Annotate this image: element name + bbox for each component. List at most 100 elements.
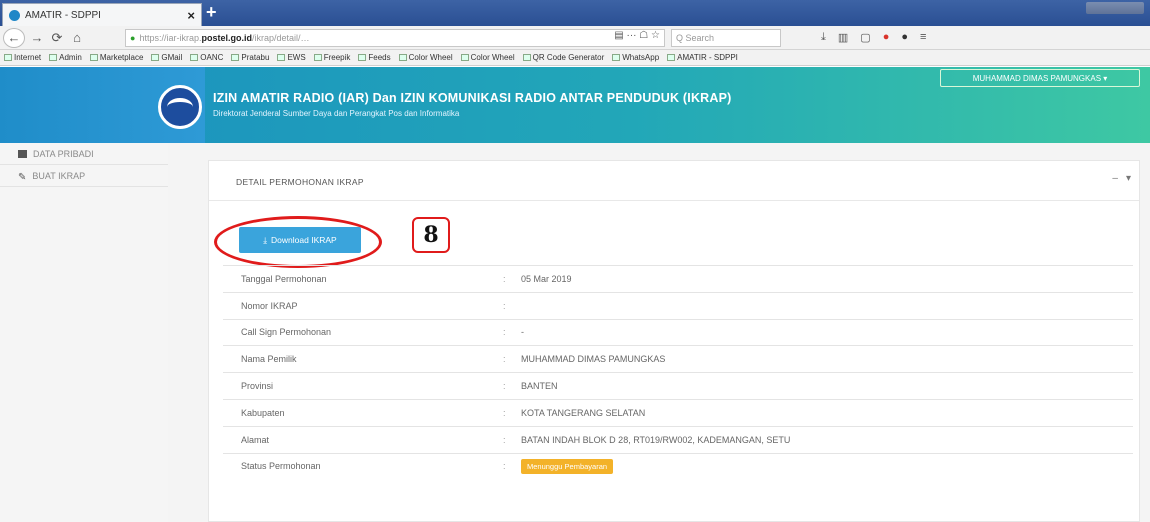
sidebar-item-label: BUAT IKRAP: [32, 170, 86, 181]
bookmark-icon: [277, 54, 286, 61]
bookmark-item[interactable]: AMATIR - SDPPI: [667, 53, 738, 62]
navigation-toolbar: ← → ⟳ ⌂ ● https://iar-ikrap. postel.go.i…: [0, 26, 1150, 50]
extension-icon[interactable]: ●: [901, 31, 908, 44]
row-label: Status Permohonan: [241, 461, 321, 472]
row-separator: :: [503, 381, 506, 392]
row-separator: :: [503, 407, 506, 418]
bookmark-item[interactable]: Color Wheel: [460, 53, 515, 62]
bookmark-item[interactable]: Pratabu: [231, 53, 269, 62]
sidebar-item-data-pribadi[interactable]: DATA PRIBADI: [0, 143, 168, 165]
address-bar[interactable]: ● https://iar-ikrap. postel.go.id /ikrap…: [125, 28, 665, 47]
row-separator: :: [503, 300, 506, 311]
url-prefix: https://iar-ikrap.: [139, 32, 202, 43]
user-menu-button[interactable]: MUHAMMAD DIMAS PAMUNGKAS ▾: [940, 69, 1140, 87]
row-separator: :: [503, 461, 506, 472]
bookmark-item[interactable]: OANC: [190, 53, 223, 62]
row-value: -: [521, 327, 524, 338]
table-row: Alamat : BATAN INDAH BLOK D 28, RT019/RW…: [223, 425, 1133, 453]
favicon-icon: [9, 9, 20, 21]
panel-title: DETAIL PERMOHONAN IKRAP: [236, 177, 364, 187]
main-content: DETAIL PERMOHONAN IKRAP – ▾ ⤓ Download I…: [168, 143, 1150, 522]
row-separator: :: [503, 327, 506, 338]
highlight-circle: [214, 216, 382, 268]
table-row: Provinsi : BANTEN: [223, 372, 1133, 399]
bookmark-item[interactable]: Feeds: [358, 53, 391, 62]
kominfo-logo[interactable]: [158, 85, 202, 129]
row-label: Alamat: [241, 434, 270, 445]
row-label: Nomor IKRAP: [241, 300, 298, 311]
detail-table: Tanggal Permohonan : 05 Mar 2019 Nomor I…: [223, 265, 1133, 479]
search-input[interactable]: Q Search: [671, 28, 781, 47]
row-separator: :: [503, 354, 506, 365]
sidebar-icon[interactable]: ▢: [860, 31, 870, 44]
step-number-callout: 8: [412, 217, 450, 253]
row-value: BATAN INDAH BLOK D 28, RT019/RW002, KADE…: [521, 434, 791, 445]
panel-tools: – ▾: [1112, 173, 1131, 184]
menu-icon[interactable]: ≡: [920, 31, 926, 44]
library-icon[interactable]: ▥: [838, 31, 848, 44]
folder-icon: [358, 54, 367, 61]
panel-header: DETAIL PERMOHONAN IKRAP – ▾: [209, 161, 1139, 201]
logo-area: [0, 67, 205, 143]
bookmark-item[interactable]: GMail: [151, 53, 182, 62]
sidebar-item-label: DATA PRIBADI: [33, 148, 94, 159]
row-label: Tanggal Permohonan: [241, 273, 327, 284]
bookmark-icon: [398, 54, 407, 61]
url-actions[interactable]: ▤ ··· ☖ ☆: [614, 30, 660, 41]
home-button[interactable]: ⌂: [67, 30, 87, 45]
detail-panel: DETAIL PERMOHONAN IKRAP – ▾ ⤓ Download I…: [208, 160, 1140, 522]
whatsapp-icon: [612, 54, 621, 61]
bookmarks-bar: Internet Admin Marketplace GMail OANC Pr…: [0, 50, 1150, 66]
reload-button[interactable]: ⟳: [47, 30, 67, 46]
folder-icon: [4, 54, 12, 61]
tab-title: AMATIR - SDPPI: [25, 9, 101, 21]
window-controls[interactable]: [1086, 2, 1144, 14]
bookmark-item[interactable]: Freepik: [313, 53, 350, 62]
bookmark-item[interactable]: EWS: [277, 53, 306, 62]
close-tab-icon[interactable]: ×: [187, 8, 195, 23]
folder-icon: [89, 54, 98, 61]
sidebar: DATA PRIBADI ✎ BUAT IKRAP: [0, 143, 168, 522]
forward-button[interactable]: →: [27, 30, 47, 45]
folder-icon: [49, 54, 58, 61]
bookmark-item[interactable]: WhatsApp: [612, 53, 659, 62]
row-value: Menunggu Pembayaran: [521, 459, 614, 475]
bookmark-item[interactable]: Admin: [49, 53, 82, 62]
back-button[interactable]: ←: [3, 27, 25, 48]
browser-tabstrip: AMATIR - SDPPI × +: [0, 0, 1150, 26]
qr-icon: [522, 54, 531, 61]
bookmark-icon: [667, 54, 676, 61]
table-row: Tanggal Permohonan : 05 Mar 2019: [223, 265, 1133, 292]
bookmark-icon: [460, 54, 469, 61]
bookmark-icon: [231, 54, 240, 61]
row-label: Provinsi: [241, 381, 274, 392]
row-value: BANTEN: [521, 381, 558, 392]
bookmark-item[interactable]: Color Wheel: [398, 53, 453, 62]
sidebar-item-buat-ikrap[interactable]: ✎ BUAT IKRAP: [0, 165, 168, 187]
download-icon[interactable]: ⤓: [821, 31, 826, 44]
table-row: Nama Pemilik : MUHAMMAD DIMAS PAMUNGKAS: [223, 345, 1133, 372]
new-tab-button[interactable]: +: [206, 3, 217, 21]
id-card-icon: [18, 149, 27, 158]
bookmark-item[interactable]: Marketplace: [89, 53, 143, 62]
edit-icon: ✎: [18, 171, 27, 183]
bookmark-item[interactable]: Internet: [4, 53, 41, 62]
row-value: KOTA TANGERANG SELATAN: [521, 407, 646, 418]
lock-icon: ●: [130, 32, 136, 43]
bookmark-icon: [190, 54, 199, 61]
collapse-icon[interactable]: –: [1112, 173, 1118, 184]
pocket-icon[interactable]: ●: [883, 31, 890, 44]
status-badge: Menunggu Pembayaran: [521, 459, 614, 475]
toolbar-icons: ⤓ ▥ ▢ ● ● ≡: [821, 31, 926, 44]
row-separator: :: [503, 434, 506, 445]
url-domain: postel.go.id: [201, 32, 252, 43]
gmail-icon: [151, 54, 160, 61]
row-value: 05 Mar 2019: [521, 273, 572, 284]
chevron-down-icon[interactable]: ▾: [1126, 173, 1131, 184]
row-separator: :: [503, 273, 506, 284]
row-value: MUHAMMAD DIMAS PAMUNGKAS: [521, 354, 666, 365]
table-row: Nomor IKRAP :: [223, 291, 1133, 319]
row-label: Call Sign Permohonan: [241, 327, 332, 338]
bookmark-item[interactable]: QR Code Generator: [522, 53, 604, 62]
browser-tab[interactable]: AMATIR - SDPPI ×: [2, 3, 202, 26]
